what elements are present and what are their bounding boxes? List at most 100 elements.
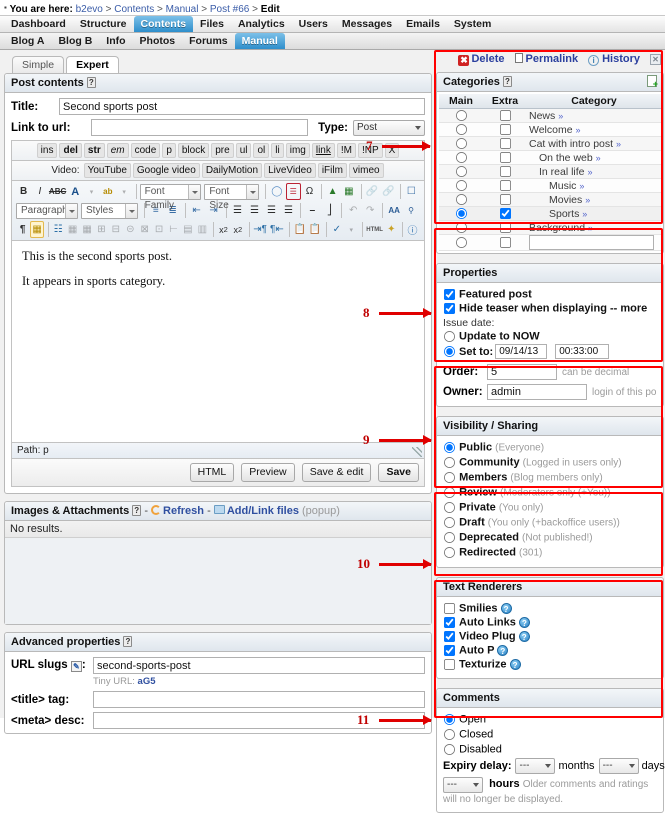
renderer-checkbox[interactable] xyxy=(443,630,456,643)
new-category-input[interactable] xyxy=(529,235,654,250)
issue-time-input[interactable] xyxy=(555,344,610,359)
table-row[interactable]: Music » xyxy=(439,178,661,193)
tab-simple[interactable]: Simple xyxy=(12,56,65,73)
refresh-link[interactable]: Refresh xyxy=(163,505,204,517)
paste-word-button[interactable]: 📋 xyxy=(308,221,322,238)
help-button[interactable]: ⓘ xyxy=(406,221,419,238)
chevron-right-icon[interactable]: » xyxy=(587,167,592,177)
new-category-icon[interactable] xyxy=(647,75,658,89)
category-main-radio[interactable] xyxy=(455,123,467,136)
category-extra-checkbox[interactable] xyxy=(499,137,511,150)
quicktag-del[interactable]: del xyxy=(59,143,82,158)
visibility-radio[interactable] xyxy=(443,546,456,559)
category-extra-checkbox[interactable] xyxy=(499,207,511,220)
submenu-item-blog-b[interactable]: Blog B xyxy=(51,33,99,49)
category-main-radio[interactable] xyxy=(455,109,467,122)
remove-formatting-button[interactable]: ◯ xyxy=(269,183,284,200)
table-row[interactable]: Sports » xyxy=(439,206,661,221)
new-category-row[interactable] xyxy=(439,234,661,251)
table-row[interactable]: Background » xyxy=(439,220,661,235)
post-type-select[interactable]: Post xyxy=(353,119,425,136)
edit-html-source-button[interactable]: HTML xyxy=(366,221,384,238)
expiry-days-select[interactable]: --- xyxy=(598,758,639,774)
font-family-select[interactable]: Font Family xyxy=(139,183,202,211)
help-icon[interactable]: ? xyxy=(518,631,530,643)
breadcrumb-item-contents[interactable]: Contents xyxy=(114,4,154,15)
category-main-radio[interactable] xyxy=(455,207,467,220)
expiry-months-select[interactable]: --- xyxy=(515,758,556,774)
comments-option-closed[interactable]: Closed xyxy=(443,728,657,741)
video-quicktag-youtube[interactable]: YouTube xyxy=(83,163,131,178)
superscript-button[interactable]: x2 xyxy=(231,221,244,238)
tab-expert[interactable]: Expert xyxy=(66,56,119,73)
quicktag-p[interactable]: p xyxy=(162,143,176,158)
help-icon[interactable]: ? xyxy=(132,505,142,516)
font-size-select[interactable]: Font Size xyxy=(204,183,260,211)
category-extra-checkbox[interactable] xyxy=(499,221,511,234)
italic-button[interactable]: I xyxy=(32,183,47,200)
fullscreen-button[interactable]: ☐ xyxy=(404,183,419,200)
html-button[interactable]: HTML xyxy=(189,463,235,482)
styles-select[interactable]: Styles xyxy=(81,202,138,219)
tiny-url-value[interactable]: aG5 xyxy=(138,676,156,687)
visibility-option-draft[interactable]: Draft (You only (+backoffice users)) xyxy=(443,516,657,529)
quicktag-em[interactable]: em xyxy=(106,143,129,158)
category-main-radio[interactable] xyxy=(455,137,467,150)
renderer-checkbox[interactable] xyxy=(443,616,456,629)
visibility-radio[interactable] xyxy=(443,441,456,454)
category-extra-checkbox[interactable] xyxy=(499,179,511,192)
subscript-button[interactable]: x2 xyxy=(217,221,230,238)
insert-character-button[interactable]: Ω xyxy=(302,183,317,200)
chevron-right-icon[interactable]: » xyxy=(588,223,593,233)
url-slug-input[interactable] xyxy=(93,657,425,674)
table-delete-col-button[interactable]: ⊢ xyxy=(167,221,180,238)
category-main-radio[interactable] xyxy=(455,165,467,178)
table-delete-row-button[interactable]: ⊝ xyxy=(124,221,137,238)
table-row[interactable]: On the web » xyxy=(439,150,661,165)
quicktag-m[interactable]: !M xyxy=(336,143,356,158)
comments-radio[interactable] xyxy=(443,728,456,741)
undo-button[interactable]: ↶ xyxy=(345,202,361,219)
video-quicktag-ifilm[interactable]: iFilm xyxy=(317,163,347,178)
visibility-radio[interactable] xyxy=(443,516,456,529)
editor-content-area[interactable]: This is the second sports post. It appea… xyxy=(11,241,425,443)
table-row[interactable]: In real life » xyxy=(439,164,661,179)
visibility-radio[interactable] xyxy=(443,486,456,499)
quicktag-code[interactable]: code xyxy=(130,143,161,158)
table-split-cells-button[interactable]: ▤ xyxy=(181,221,194,238)
category-main-radio[interactable] xyxy=(455,151,467,164)
find-button[interactable]: AA xyxy=(386,202,402,219)
category-extra-checkbox[interactable] xyxy=(499,165,511,178)
strikethrough-button[interactable]: ABC xyxy=(49,183,67,200)
help-icon[interactable]: ? xyxy=(86,77,96,88)
table-cell-properties-button[interactable]: ▦ xyxy=(66,221,79,238)
align-right-button[interactable]: ☰ xyxy=(263,202,279,219)
save-button[interactable]: Save xyxy=(378,463,419,482)
visibility-option-members[interactable]: Members (Blog members only) xyxy=(443,471,657,484)
quicktag-ins[interactable]: ins xyxy=(36,143,58,158)
issue-date-input[interactable] xyxy=(495,344,548,359)
visibility-option-redirected[interactable]: Redirected (301) xyxy=(443,546,657,559)
rtl-direction-button[interactable]: ¶⇤ xyxy=(269,221,285,238)
visibility-radio[interactable] xyxy=(443,471,456,484)
add-link-files-link[interactable]: Add/Link files xyxy=(227,505,299,517)
help-icon[interactable]: ? xyxy=(509,659,521,671)
chevron-right-icon[interactable]: » xyxy=(579,181,584,191)
breadcrumb-item-manual[interactable]: Manual xyxy=(166,4,199,15)
chevron-right-icon[interactable]: » xyxy=(576,125,581,135)
quicktag-pre[interactable]: pre xyxy=(211,143,234,158)
table-insert-col-before-button[interactable]: ⊠ xyxy=(138,221,151,238)
align-center-button[interactable]: ☰ xyxy=(246,202,262,219)
table-insert-row-after-button[interactable]: ⊟ xyxy=(109,221,122,238)
category-main-radio[interactable] xyxy=(455,193,467,206)
ltr-direction-button[interactable]: ⇥¶ xyxy=(252,221,268,238)
category-extra-checkbox[interactable] xyxy=(499,151,511,164)
new-category-extra-checkbox[interactable] xyxy=(499,236,511,249)
chevron-right-icon[interactable]: » xyxy=(596,153,601,163)
visibility-radio[interactable] xyxy=(443,501,456,514)
set-to-radio[interactable] xyxy=(443,345,456,358)
permalink-button[interactable]: Permalink xyxy=(514,53,578,65)
hide-teaser-checkbox[interactable] xyxy=(443,302,456,315)
new-category-main-radio[interactable] xyxy=(455,236,467,249)
breadcrumb-item-b2evo[interactable]: b2evo xyxy=(76,4,103,15)
